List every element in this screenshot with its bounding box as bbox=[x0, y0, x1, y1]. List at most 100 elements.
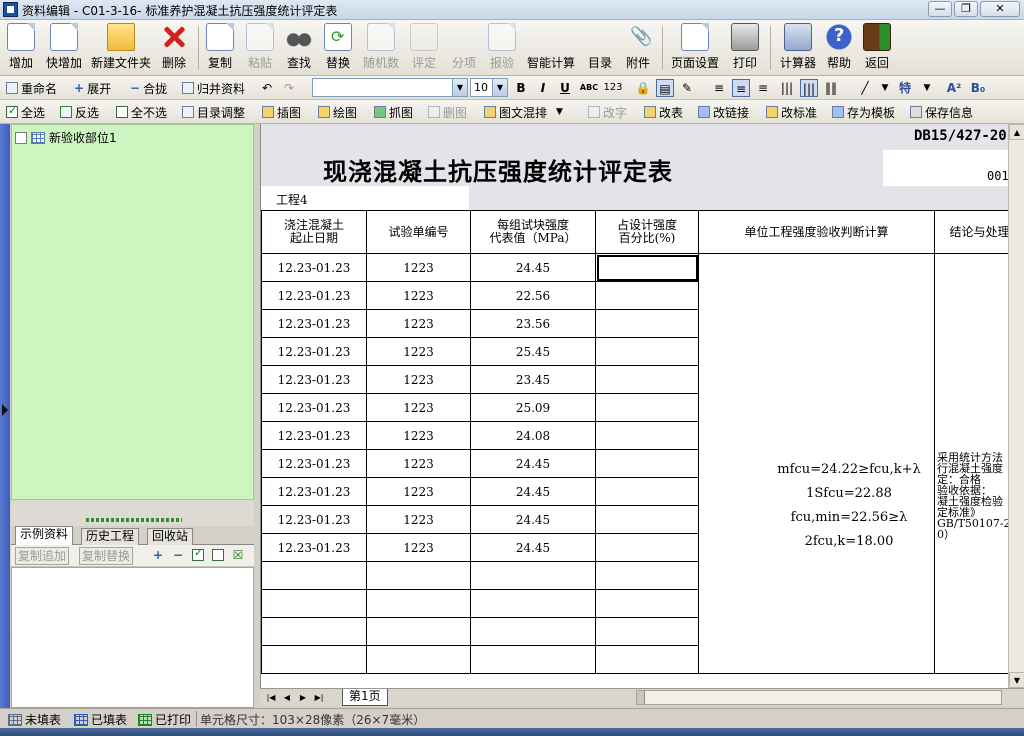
merge-data-button[interactable]: 归并资料 bbox=[182, 79, 245, 97]
paste-button[interactable]: 粘贴 bbox=[244, 23, 276, 75]
justify-icon[interactable]: ||| bbox=[800, 79, 818, 97]
table-cell[interactable] bbox=[596, 534, 699, 562]
table-cell[interactable]: 23.45 bbox=[471, 366, 596, 394]
subscript-button[interactable]: B₀ bbox=[968, 79, 988, 97]
vertical-scrollbar[interactable]: ▲ ▼ bbox=[1008, 124, 1024, 688]
table-cell[interactable]: 12.23-01.23 bbox=[261, 450, 367, 478]
table-cell[interactable] bbox=[261, 646, 367, 674]
table-cell[interactable]: 24.08 bbox=[471, 422, 596, 450]
strikethrough-button[interactable]: ABC bbox=[578, 79, 600, 97]
table-cell[interactable]: 1223 bbox=[367, 310, 471, 338]
left-collapse-strip[interactable] bbox=[0, 124, 10, 708]
table-cell[interactable] bbox=[471, 590, 596, 618]
tree-item[interactable]: 新验收部位1 bbox=[15, 129, 117, 146]
table-cell[interactable] bbox=[596, 338, 699, 366]
table-cell[interactable]: 1223 bbox=[367, 338, 471, 366]
smart-calc-button[interactable]: 智能计算 bbox=[524, 23, 578, 137]
underline-button[interactable]: U bbox=[556, 79, 574, 97]
print-button[interactable]: 打印 bbox=[728, 23, 762, 75]
save-info-button[interactable]: 保存信息 bbox=[910, 103, 973, 121]
number-format-button[interactable]: 123 bbox=[602, 79, 624, 97]
copy-replace-button[interactable]: 复制替换 bbox=[79, 547, 134, 565]
table-cell[interactable] bbox=[596, 310, 699, 338]
table-cell[interactable]: 1223 bbox=[367, 422, 471, 450]
help-button[interactable]: 帮助 bbox=[824, 23, 854, 75]
table-cell[interactable] bbox=[471, 646, 596, 674]
invert-icon[interactable] bbox=[211, 549, 225, 563]
line-icon[interactable]: ╱ bbox=[856, 79, 874, 97]
copy-append-button[interactable]: 复制追加 bbox=[15, 547, 70, 565]
collapse-button[interactable]: − 合拢 bbox=[130, 79, 167, 97]
evaluate-button[interactable]: 评定 bbox=[408, 23, 440, 75]
tree-item-checkbox[interactable] bbox=[15, 131, 27, 144]
table-cell[interactable] bbox=[596, 506, 699, 534]
table-cell[interactable] bbox=[367, 562, 471, 590]
table-cell[interactable]: 12.23-01.23 bbox=[261, 310, 367, 338]
replace-button[interactable]: 替换 bbox=[322, 23, 354, 75]
select-all-button[interactable]: 全选 bbox=[6, 103, 45, 121]
table-cell[interactable]: 1223 bbox=[367, 282, 471, 310]
new-folder-button[interactable]: 新建文件夹 bbox=[90, 23, 152, 75]
tab-history[interactable]: 历史工程 bbox=[81, 528, 140, 545]
table-cell[interactable]: 12.23-01.23 bbox=[261, 338, 367, 366]
lock-icon[interactable]: 🔒 bbox=[634, 79, 652, 97]
scroll-down-icon[interactable]: ▼ bbox=[1009, 672, 1024, 688]
first-sheet-icon[interactable]: |◀ bbox=[264, 691, 278, 704]
next-sheet-icon[interactable]: ▶ bbox=[296, 691, 310, 704]
font-size-select[interactable]: 10 ▼ bbox=[470, 78, 508, 97]
delete-picture-button[interactable]: 删图 bbox=[428, 103, 467, 121]
table-cell[interactable] bbox=[471, 562, 596, 590]
tab-recycle-bin[interactable]: 回收站 bbox=[147, 528, 194, 545]
save-template-button[interactable]: 存为模板 bbox=[832, 103, 895, 121]
align-right-icon[interactable]: ≡ bbox=[754, 79, 772, 97]
minus-icon[interactable]: − bbox=[171, 549, 185, 563]
insert-picture-button[interactable]: 插图 bbox=[262, 103, 301, 121]
back-button[interactable]: 返回 bbox=[862, 23, 892, 75]
table-cell[interactable]: 1223 bbox=[367, 506, 471, 534]
calculator-button[interactable]: 计算器 bbox=[776, 23, 820, 75]
rename-button[interactable]: 重命名 bbox=[6, 79, 57, 97]
undo-button[interactable]: ↶ bbox=[262, 79, 272, 97]
tab-examples[interactable]: 示例资料 bbox=[15, 526, 74, 545]
table-cell[interactable] bbox=[596, 590, 699, 618]
table-cell[interactable]: 12.23-01.23 bbox=[261, 394, 367, 422]
page-setup-button[interactable]: 页面设置 bbox=[668, 23, 722, 75]
grab-picture-button[interactable]: 抓图 bbox=[374, 103, 413, 121]
table-cell[interactable] bbox=[596, 422, 699, 450]
table-cell[interactable]: 12.23-01.23 bbox=[261, 478, 367, 506]
quick-add-button[interactable]: 快增加 bbox=[44, 23, 84, 75]
table-cell[interactable] bbox=[261, 562, 367, 590]
table-cell[interactable]: 1223 bbox=[367, 394, 471, 422]
align-center-icon[interactable]: ≡ bbox=[732, 79, 750, 97]
line-dropdown-icon[interactable]: ▼ bbox=[876, 79, 894, 97]
catalog-button[interactable]: 目录 bbox=[584, 23, 616, 137]
find-button[interactable]: 查找 bbox=[284, 23, 314, 75]
table-cell[interactable]: 12.23-01.23 bbox=[261, 422, 367, 450]
table-cell[interactable] bbox=[367, 646, 471, 674]
table-cell[interactable]: 25.45 bbox=[471, 338, 596, 366]
table-cell[interactable] bbox=[596, 366, 699, 394]
maximize-button[interactable]: ❐ bbox=[954, 1, 978, 17]
table-cell[interactable]: 22.56 bbox=[471, 282, 596, 310]
attachment-button[interactable]: 附件 bbox=[622, 23, 654, 75]
align-left-icon[interactable]: ≡ bbox=[710, 79, 728, 97]
close-button[interactable]: ✕ bbox=[980, 1, 1020, 17]
table-cell[interactable]: 24.45 bbox=[471, 534, 596, 562]
table-cell[interactable]: 12.23-01.23 bbox=[261, 366, 367, 394]
invert-select-button[interactable]: 反选 bbox=[60, 103, 99, 121]
catalog-adjust-button[interactable]: 目录调整 bbox=[182, 103, 245, 121]
table-cell[interactable]: 24.45 bbox=[471, 506, 596, 534]
table-cell[interactable]: 1223 bbox=[367, 366, 471, 394]
table-cell[interactable]: 1223 bbox=[367, 534, 471, 562]
mixed-layout-button[interactable]: 图文混排 ▼ bbox=[484, 103, 563, 121]
report-button[interactable]: 报验 bbox=[486, 23, 518, 75]
table-cell[interactable]: 24.45 bbox=[471, 450, 596, 478]
table-cell[interactable] bbox=[367, 618, 471, 646]
table-cell[interactable] bbox=[596, 562, 699, 590]
superscript-button[interactable]: A² bbox=[944, 79, 964, 97]
table-cell[interactable] bbox=[596, 646, 699, 674]
horizontal-scrollbar[interactable] bbox=[636, 690, 1002, 705]
draw-picture-button[interactable]: 绘图 bbox=[318, 103, 357, 121]
table-cell[interactable]: 23.56 bbox=[471, 310, 596, 338]
table-cell[interactable] bbox=[596, 618, 699, 646]
